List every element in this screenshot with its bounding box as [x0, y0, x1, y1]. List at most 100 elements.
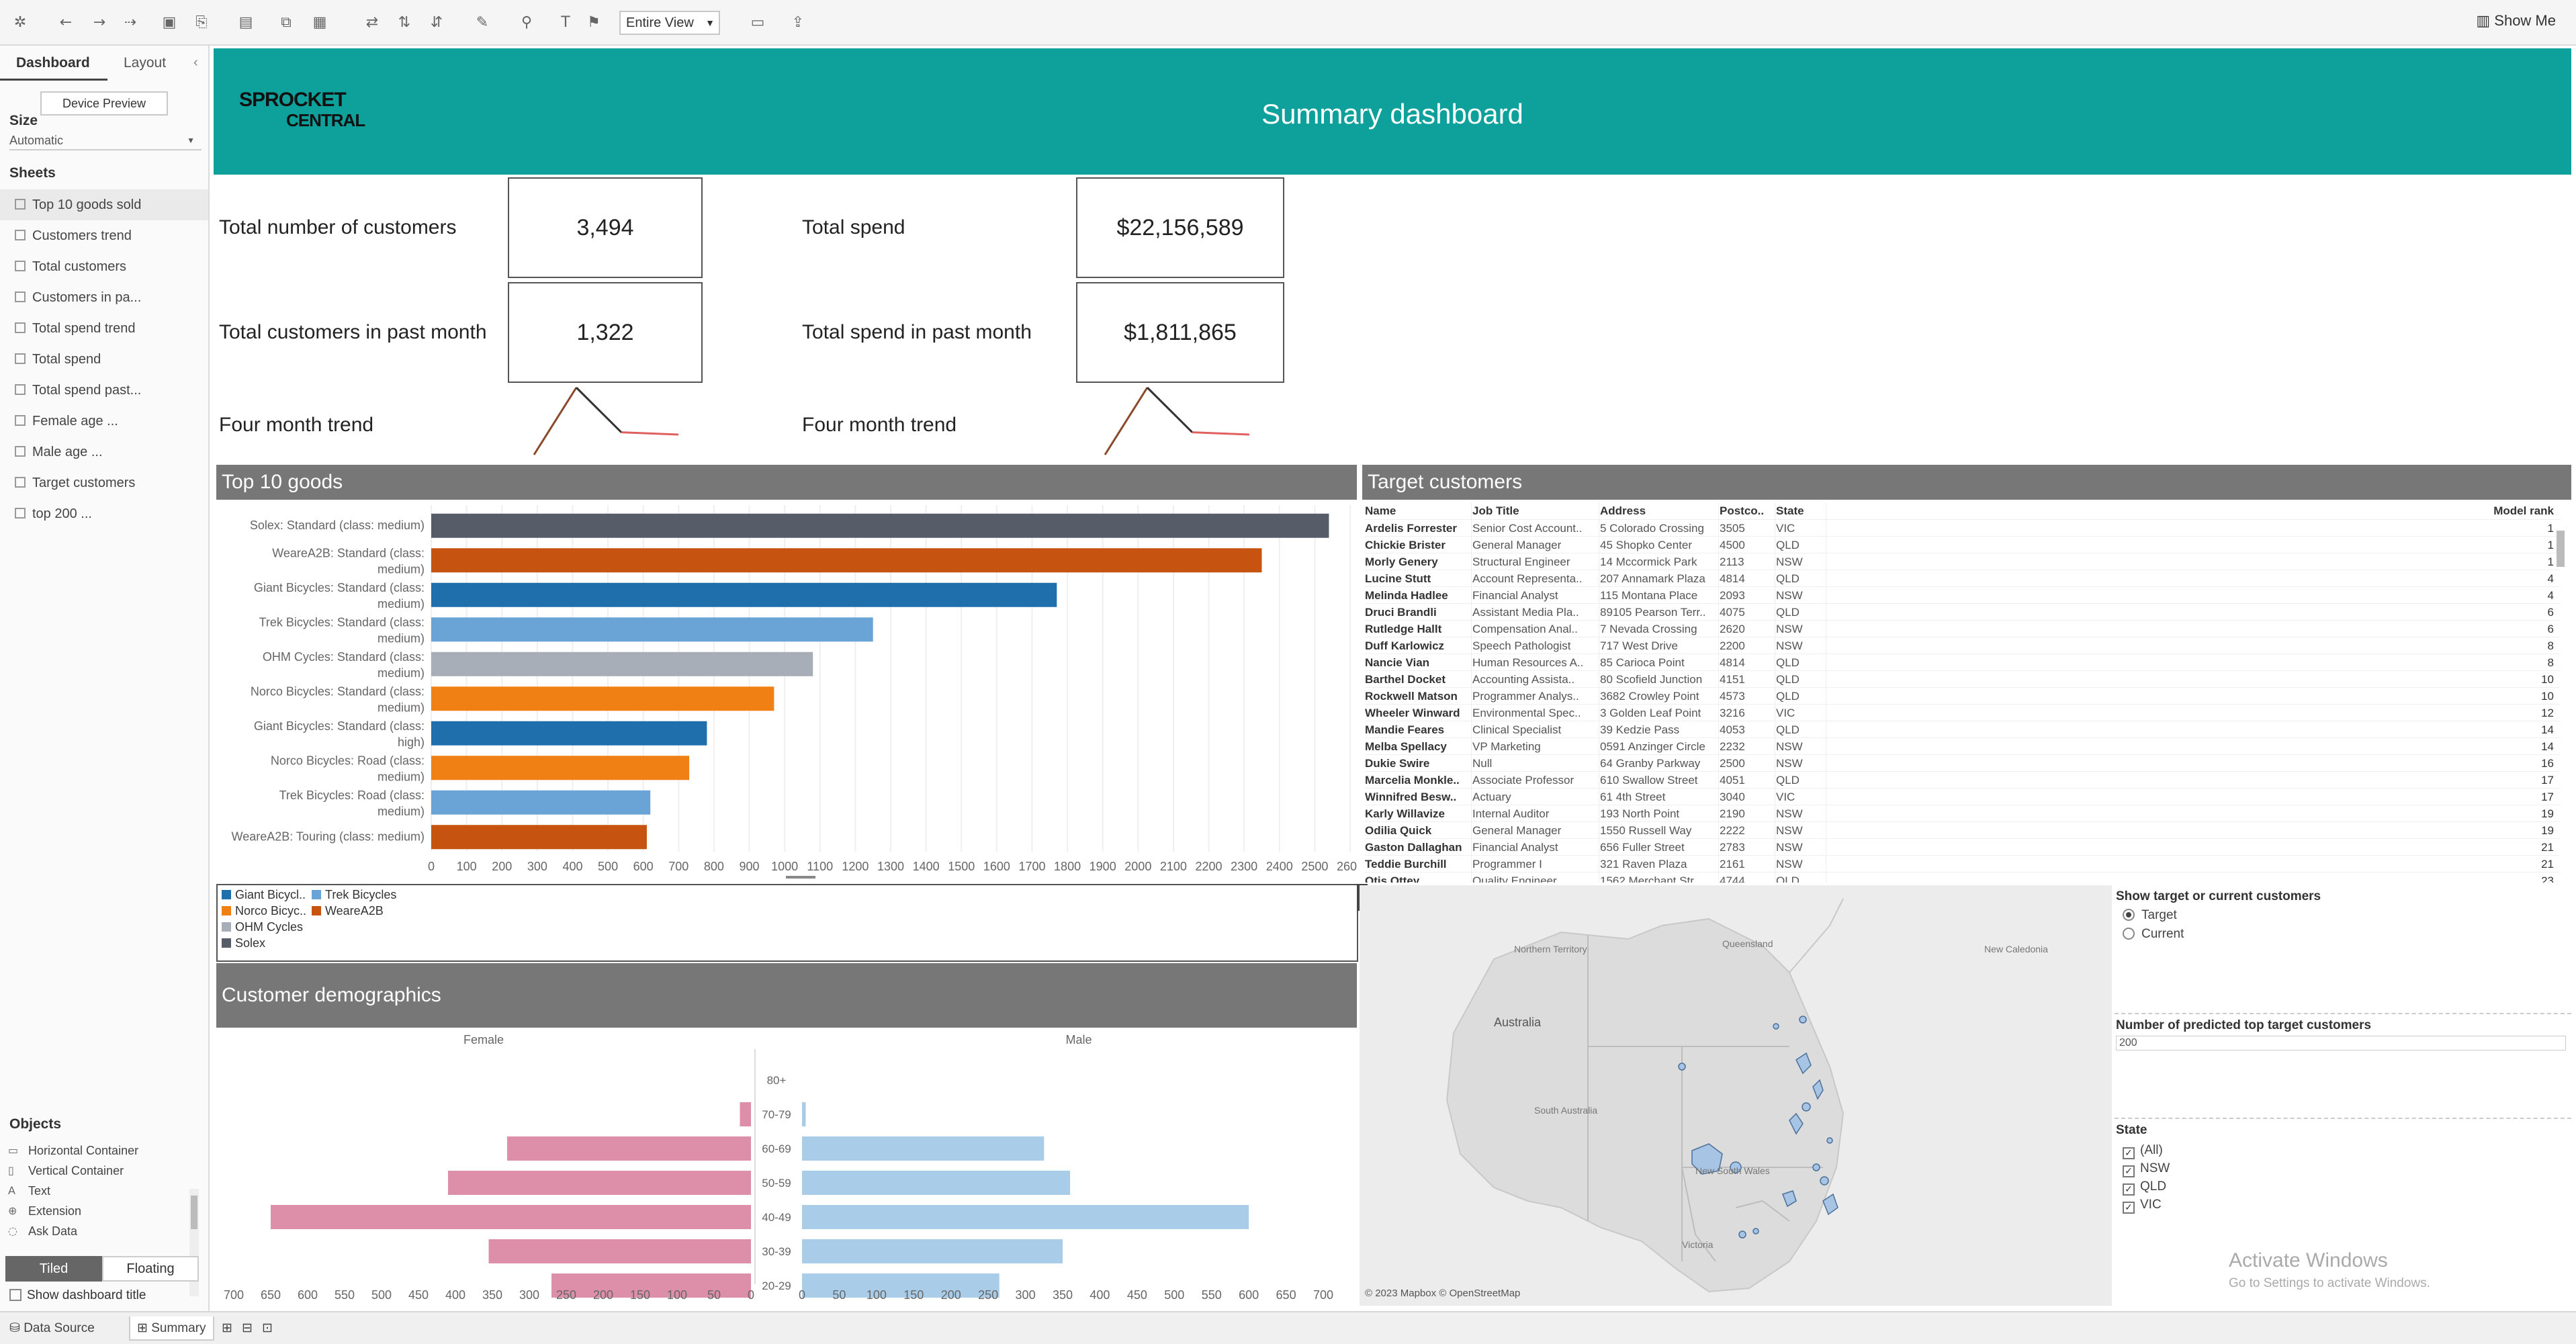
bar[interactable]: [431, 582, 1057, 607]
replay-icon[interactable]: ⇢: [121, 13, 140, 32]
bar[interactable]: [431, 548, 1262, 573]
table-row[interactable]: Gaston Dallaghan Financial Analyst 656 Ful…: [1365, 838, 2561, 855]
clear-sheet-icon[interactable]: ▦: [310, 13, 329, 32]
share-icon[interactable]: ⇪: [789, 13, 807, 32]
sheet-item[interactable]: Total spend: [0, 344, 208, 375]
total-customers-value[interactable]: 3,494: [508, 177, 703, 278]
highlight-icon[interactable]: ✎: [473, 13, 492, 32]
scroll-handle[interactable]: [786, 876, 815, 879]
male-bar[interactable]: [802, 1171, 1071, 1195]
sheet-item[interactable]: Total spend trend: [0, 313, 208, 344]
spend-past-month-value[interactable]: $1,811,865: [1076, 282, 1284, 383]
spend-trend-sparkline[interactable]: [1095, 384, 1263, 459]
table-scrollbar-thumb[interactable]: [2557, 531, 2565, 567]
object-item[interactable]: ◌ Ask Data: [7, 1221, 77, 1241]
object-item[interactable]: A Text: [7, 1181, 50, 1201]
customers-trend-sparkline[interactable]: [524, 384, 692, 459]
female-bar[interactable]: [740, 1102, 752, 1126]
object-item[interactable]: ▭ Horizontal Container: [7, 1140, 138, 1161]
top10-goods-chart[interactable]: 0 100 200 300 400 500 600 700 800 900 1000 1100 1200…: [215, 502, 1357, 879]
new-datasource-icon[interactable]: ⎘: [192, 13, 211, 32]
state-checkbox[interactable]: ✓ NSW: [2123, 1161, 2170, 1177]
group-icon[interactable]: ⚲: [517, 13, 536, 32]
checkbox-icon[interactable]: ✓: [2123, 1202, 2135, 1214]
female-bar[interactable]: [488, 1239, 752, 1263]
sheet-item[interactable]: Male age ...: [0, 437, 208, 467]
table-row[interactable]: Karly Willavize Internal Auditor 193 North…: [1365, 805, 2561, 821]
sheet-item[interactable]: Top 10 goods sold: [0, 189, 208, 220]
male-bar[interactable]: [802, 1273, 1000, 1298]
checkbox-icon[interactable]: [9, 1289, 21, 1301]
customer-map[interactable]: Northern Territory Queensland Australia …: [1360, 885, 2112, 1306]
legend-item[interactable]: OHM Cycles: [222, 920, 303, 934]
legend-item[interactable]: Norco Bicyc..: [222, 904, 306, 918]
table-row[interactable]: Wheeler Winward Environmental Spec.. 3 Gol…: [1365, 704, 2561, 721]
pin-icon[interactable]: ⚑: [584, 13, 603, 32]
new-story-tab-icon[interactable]: ⊡: [255, 1316, 279, 1341]
female-bar[interactable]: [448, 1171, 751, 1195]
customers-past-month-value[interactable]: 1,322: [508, 282, 703, 383]
tiled-button[interactable]: Tiled: [5, 1256, 102, 1282]
table-row[interactable]: Ardelis Forrester Senior Cost Account.. 5 …: [1365, 519, 2561, 536]
save-icon[interactable]: ▣: [160, 13, 179, 32]
fit-view-select[interactable]: Entire View ▼: [619, 11, 720, 35]
top-n-input[interactable]: [2116, 1036, 2566, 1050]
tab-dashboard[interactable]: Dashboard: [0, 46, 107, 81]
bar[interactable]: [431, 617, 873, 642]
presentation-icon[interactable]: ▭: [748, 13, 767, 32]
table-row[interactable]: Duff Karlowicz Speech Pathologist 717 West…: [1365, 637, 2561, 654]
tableau-logo-icon[interactable]: ✲: [11, 13, 30, 32]
radio-icon[interactable]: [2123, 928, 2135, 940]
tab-data-source[interactable]: ⛁ Data Source: [3, 1316, 101, 1341]
swap-icon[interactable]: ⇄: [363, 13, 382, 32]
sheet-item[interactable]: Customers trend: [0, 220, 208, 251]
new-worksheet-icon[interactable]: ▤: [236, 13, 255, 32]
table-row[interactable]: Mandie Feares Clinical Specialist 39 Kedzi…: [1365, 721, 2561, 737]
legend-item[interactable]: Giant Bicycl..: [222, 888, 306, 902]
tab-layout[interactable]: Layout: [107, 46, 195, 81]
duplicate-icon[interactable]: ⧉: [277, 13, 296, 32]
male-bar[interactable]: [802, 1136, 1045, 1161]
checkbox-icon[interactable]: ✓: [2123, 1165, 2135, 1177]
bar[interactable]: [431, 790, 651, 815]
female-bar[interactable]: [551, 1273, 751, 1298]
legend-item[interactable]: WeareA2B: [312, 904, 384, 918]
table-row[interactable]: Melba Spellacy VP Marketing 0591 Anzinger …: [1365, 737, 2561, 754]
tab-summary[interactable]: ⊞ Summary: [129, 1316, 214, 1341]
state-checkbox[interactable]: ✓ VIC: [2123, 1198, 2162, 1214]
sheet-item[interactable]: Total customers: [0, 251, 208, 282]
table-row[interactable]: Rutledge Hallt Compensation Anal.. 7 Nevad…: [1365, 620, 2561, 637]
bar[interactable]: [431, 756, 690, 780]
undo-icon[interactable]: ←: [56, 13, 75, 32]
table-row[interactable]: Chickie Brister General Manager 45 Shopko …: [1365, 536, 2561, 553]
show-dashboard-title-checkbox[interactable]: Show dashboard title: [9, 1288, 146, 1303]
table-row[interactable]: Otis Ottey Quality Engineer 1562 Merchant …: [1365, 872, 2561, 883]
sheet-item[interactable]: Customers in pa...: [0, 282, 208, 313]
checkbox-icon[interactable]: ✓: [2123, 1183, 2135, 1196]
target-customers-table[interactable]: Name Job Title Address Postco.. State Model r…: [1365, 502, 2561, 883]
sort-desc-icon[interactable]: ⇵: [427, 13, 446, 32]
radio-icon[interactable]: [2123, 909, 2135, 921]
sheet-item[interactable]: Female age ...: [0, 406, 208, 437]
state-checkbox[interactable]: ✓ QLD: [2123, 1179, 2166, 1196]
table-row[interactable]: Druci Brandli Assistant Media Pla.. 89105 …: [1365, 603, 2561, 620]
label-icon[interactable]: T: [556, 13, 575, 32]
male-bar[interactable]: [802, 1239, 1063, 1263]
state-checkbox[interactable]: ✓ (All): [2123, 1143, 2163, 1159]
table-row[interactable]: Nancie Vian Human Resources A.. 85 Carioca…: [1365, 654, 2561, 670]
collapse-panel-icon[interactable]: ‹: [193, 55, 198, 71]
table-row[interactable]: Winnifred Besw.. Actuary 61 4th Street 3040…: [1365, 788, 2561, 805]
sheet-item[interactable]: Total spend past...: [0, 375, 208, 406]
radio-target[interactable]: Target: [2123, 908, 2177, 923]
checkbox-icon[interactable]: ✓: [2123, 1147, 2135, 1159]
floating-button[interactable]: Floating: [102, 1256, 199, 1282]
table-row[interactable]: Melinda Hadlee Financial Analyst 115 Monta…: [1365, 586, 2561, 603]
device-preview-button[interactable]: Device Preview: [40, 91, 168, 116]
bar[interactable]: [431, 686, 774, 711]
male-bar[interactable]: [802, 1205, 1249, 1229]
radio-current[interactable]: Current: [2123, 927, 2184, 942]
bar[interactable]: [431, 513, 1329, 538]
bar[interactable]: [431, 825, 647, 850]
demographics-chart[interactable]: Female Male 80+ 70-79 60-69 50-59 40-49 30-39 20…: [215, 1029, 1360, 1306]
table-row[interactable]: Barthel Docket Accounting Assista.. 80 Sco…: [1365, 670, 2561, 687]
